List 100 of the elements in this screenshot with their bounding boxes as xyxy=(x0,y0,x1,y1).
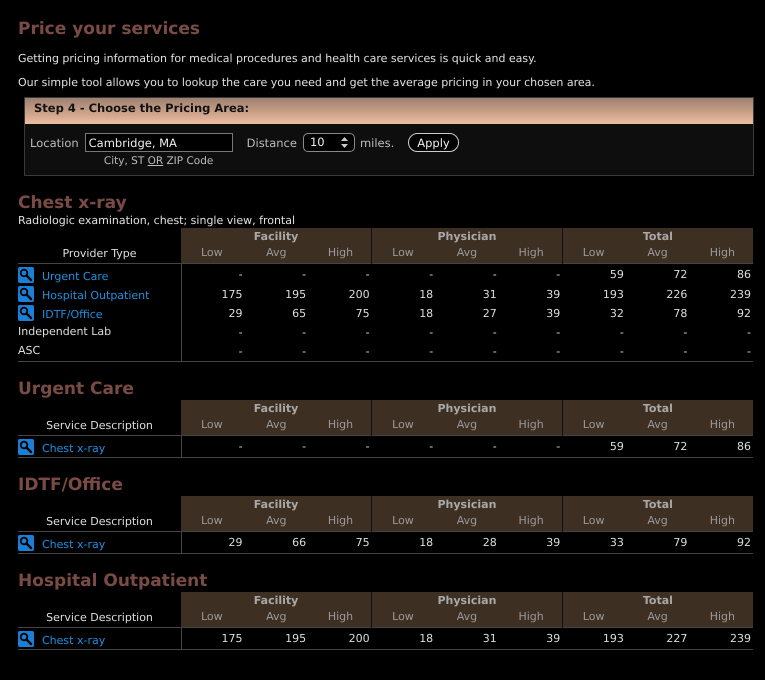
apply-button[interactable]: Apply xyxy=(408,133,459,152)
price-cell: 79 xyxy=(626,531,690,554)
price-cell: 239 xyxy=(689,627,753,650)
magnifier-icon[interactable] xyxy=(18,535,34,552)
column-header: Avg xyxy=(244,416,308,436)
group-header: Total xyxy=(562,400,753,416)
column-header: Avg xyxy=(626,416,690,436)
column-header: Low xyxy=(562,608,626,628)
price-cell: - xyxy=(181,263,245,285)
price-cell-text: 92 xyxy=(736,306,752,322)
price-cell-text: 193 xyxy=(602,286,625,303)
price-cell: - xyxy=(181,322,245,342)
column-header: Low xyxy=(372,512,436,532)
price-cell-text: - xyxy=(364,324,371,341)
price-cell: 72 xyxy=(626,435,690,458)
intro-text: Getting pricing information for medical procedures and health care services is quick and easy. xyxy=(18,52,537,66)
column-header: Low xyxy=(372,244,436,264)
provider-link[interactable]: Hospital Outpatient xyxy=(42,288,150,304)
section-title: Chest x-ray xyxy=(18,192,127,214)
location-label: Location xyxy=(30,135,79,152)
column-header: Low xyxy=(562,512,626,532)
column-header: Provider Type xyxy=(62,246,137,262)
price-cell: - xyxy=(372,342,436,362)
price-cell-text: - xyxy=(428,324,434,341)
provider-link[interactable]: Chest x-ray xyxy=(42,633,106,650)
column-header: High xyxy=(689,608,753,628)
column-header: High xyxy=(308,244,372,264)
magnifier-icon[interactable] xyxy=(18,439,34,456)
price-cell: - xyxy=(626,342,690,362)
section-title: Hospital Outpatient xyxy=(18,570,208,592)
price-cell: - xyxy=(435,263,499,285)
column-header: Low xyxy=(181,608,245,628)
column-header: Avg xyxy=(626,512,690,532)
magnifier-icon[interactable] xyxy=(18,305,34,322)
stepper-icon[interactable] xyxy=(340,137,348,148)
price-cell-text: 195 xyxy=(284,286,308,303)
price-cell: 66 xyxy=(244,531,308,554)
column-header: High xyxy=(689,416,753,436)
column-header: High xyxy=(689,512,753,532)
column-header: High xyxy=(498,244,562,264)
price-cell: 75 xyxy=(308,531,372,554)
column-header: Low xyxy=(562,416,626,436)
price-cell: - xyxy=(689,342,753,362)
location-hint: City, ST OR ZIP Code xyxy=(104,154,214,169)
price-cell: 200 xyxy=(308,627,372,650)
column-header: Avg xyxy=(435,416,499,436)
column-header: Avg xyxy=(435,608,499,628)
price-cell: 59 xyxy=(562,263,626,285)
price-cell-text: 78 xyxy=(672,306,688,322)
price-cell-text: 27 xyxy=(482,306,498,322)
location-field[interactable]: Cambridge, MA xyxy=(84,133,233,152)
column-header: Avg xyxy=(626,244,690,264)
column-header: Low xyxy=(562,244,626,264)
price-cell: - xyxy=(308,342,372,362)
group-header: Facility xyxy=(181,592,372,608)
price-cell: 193 xyxy=(562,627,626,650)
provider-label: Independent Lab xyxy=(18,324,112,340)
intro-text: Our simple tool allows you to lookup the care you need and get the average pricing in your chosen area. xyxy=(18,76,595,90)
column-header: Avg xyxy=(626,608,690,628)
provider-link[interactable]: Chest x-ray xyxy=(42,441,106,458)
distance-label: Distance xyxy=(246,135,297,152)
price-cell: 39 xyxy=(498,627,562,650)
price-cell: - xyxy=(244,342,308,362)
column-header: Avg xyxy=(435,512,499,532)
group-header: Facility xyxy=(181,496,372,512)
magnifier-icon[interactable] xyxy=(18,631,34,648)
provider-link[interactable]: Chest x-ray xyxy=(42,537,106,554)
section-subtitle: Radiologic examination, chest; single view, frontal xyxy=(18,214,296,228)
group-header: Total xyxy=(562,496,753,512)
column-header: Avg xyxy=(244,608,308,628)
price-cell: 227 xyxy=(626,627,690,650)
price-cell-text: - xyxy=(682,324,688,341)
distance-unit: miles. xyxy=(360,135,394,152)
column-header: High xyxy=(498,512,562,532)
section-title: IDTF/Office xyxy=(18,474,123,496)
magnifier-icon[interactable] xyxy=(18,286,34,302)
price-cell: 175 xyxy=(181,627,245,650)
magnifier-icon[interactable] xyxy=(18,267,34,284)
provider-link[interactable]: Urgent Care xyxy=(42,269,108,286)
price-cell-text: 65 xyxy=(291,306,308,322)
price-cell: - xyxy=(181,435,245,458)
price-cell-text: 239 xyxy=(729,286,752,303)
column-header: Low xyxy=(372,608,436,628)
group-header: Total xyxy=(562,592,753,608)
price-cell-text: 32 xyxy=(608,306,625,322)
price-cell-text: 200 xyxy=(348,286,371,303)
page-title: Price your services xyxy=(18,18,200,41)
price-cell: - xyxy=(244,435,308,458)
panel-header: Step 4 - Choose the Pricing Area: xyxy=(25,98,753,124)
column-header: High xyxy=(308,416,372,436)
price-cell: 33 xyxy=(562,531,626,554)
price-cell: - xyxy=(435,435,499,458)
distance-spinner[interactable]: 10 xyxy=(302,133,355,152)
price-cell: 92 xyxy=(689,531,753,554)
column-header: High xyxy=(498,416,562,436)
provider-link[interactable]: IDTF/Office xyxy=(42,307,103,324)
price-cell: 18 xyxy=(372,627,436,650)
price-cell-text: 226 xyxy=(665,286,688,303)
price-cell: - xyxy=(372,435,436,458)
price-cell: 59 xyxy=(562,435,626,458)
